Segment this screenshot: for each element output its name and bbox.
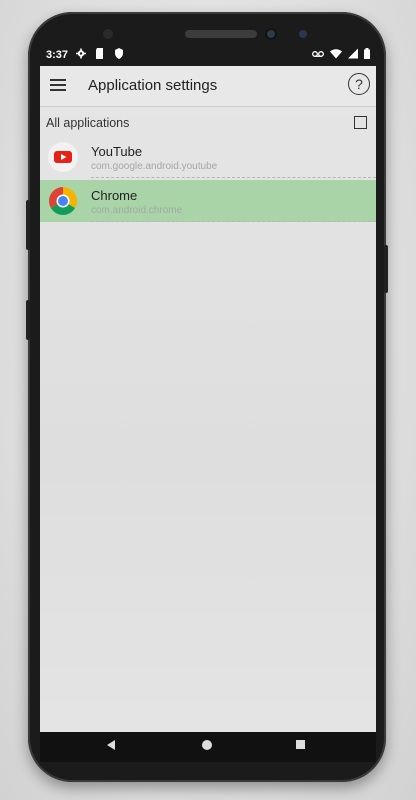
app-item-chrome[interactable]: Chrome com.android.chrome [40, 180, 376, 222]
page-title: Application settings [88, 77, 218, 94]
volume-button [26, 200, 30, 250]
youtube-icon [48, 142, 78, 172]
status-icons-right [312, 48, 370, 59]
status-icons-left [76, 48, 124, 59]
app-name: YouTube [91, 144, 143, 159]
status-time: 3:37 [46, 49, 69, 61]
back-icon[interactable] [107, 740, 115, 750]
home-icon[interactable] [202, 740, 212, 750]
voicemail-icon [312, 50, 324, 57]
wifi-icon [330, 49, 342, 59]
shield-icon [115, 48, 123, 59]
earpiece-speaker [185, 30, 257, 38]
chrome-icon [49, 187, 77, 215]
proximity-sensor [103, 29, 113, 39]
hamburger-menu-icon[interactable] [50, 79, 66, 93]
all-applications-label: All applications [46, 116, 130, 130]
app-package: com.google.android.youtube [91, 161, 218, 172]
app-bar: Application settings ? [40, 66, 376, 107]
all-applications-checkbox[interactable] [354, 116, 367, 129]
signal-icon [348, 48, 358, 59]
front-camera [265, 28, 277, 40]
gear-icon [76, 48, 86, 59]
navigation-bar [40, 732, 376, 762]
battery-icon [364, 48, 370, 59]
app-package: com.android.chrome [91, 205, 183, 216]
divider [91, 177, 376, 178]
divider [91, 221, 376, 222]
sd-card-icon [96, 48, 103, 59]
power-button [384, 245, 388, 293]
iris-sensor [299, 30, 307, 38]
app-item-youtube[interactable]: YouTube com.google.android.youtube [40, 136, 376, 178]
app-name: Chrome [91, 188, 138, 203]
status-bar: 3:37 [40, 44, 376, 66]
help-icon[interactable]: ? [348, 73, 370, 95]
bixby-button [26, 300, 30, 340]
all-applications-row[interactable]: All applications [40, 106, 376, 136]
screen: 3:37 Application settings ? All applicat… [40, 44, 376, 732]
recents-icon[interactable] [296, 740, 305, 749]
